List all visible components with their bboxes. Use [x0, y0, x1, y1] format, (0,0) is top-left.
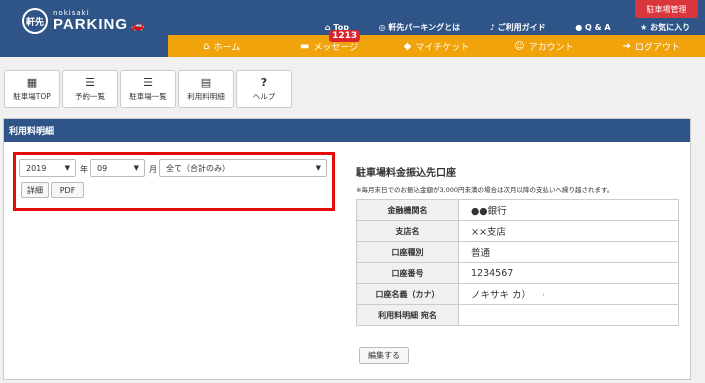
panel-title: 利用料明細 [4, 119, 690, 142]
month-select[interactable]: 09 ▼ [90, 159, 145, 177]
bank-account-note: ※毎月末日でのお振込金額が3,000円未満の場合は次月以降の支払いへ繰り越されま… [356, 186, 614, 194]
detail-button[interactable]: 詳細 [21, 182, 49, 198]
list-icon: ☰ [143, 75, 153, 89]
lot-select[interactable]: 全て（合計のみ） ▼ [159, 159, 327, 177]
usage-statement-button[interactable]: ▤ 利用料明細 [178, 70, 234, 108]
question-icon: ● [575, 22, 583, 32]
parking-top-button[interactable]: ▦ 駐車場TOP [4, 70, 60, 108]
nav-home[interactable]: ⌂ ホーム [168, 40, 275, 53]
nav-messages[interactable]: ▬ メッセージ 1213 [275, 29, 382, 53]
message-icon: ▬ [299, 40, 310, 52]
table-row: 利用料明細 宛名 [356, 304, 679, 326]
car-icon: 🚗 [131, 19, 145, 32]
table-row: 口座番号 1234567 [356, 262, 679, 284]
month-unit: 月 [149, 165, 157, 174]
bank-account-title: 駐車場料金振込先口座 [356, 168, 456, 179]
nav-account[interactable]: ☺ アカウント [490, 40, 597, 53]
help-button[interactable]: ? ヘルプ [236, 70, 292, 108]
message-count-badge: 1213 [329, 29, 361, 42]
document-icon: ▤ [200, 75, 212, 89]
top-nav-guide[interactable]: ♪ ご利用ガイド [490, 22, 546, 33]
chevron-down-icon: ▼ [315, 164, 321, 172]
main-nav: ⌂ ホーム ▬ メッセージ 1213 ◆ マイチケット ☺ アカウント ➜ ログアウト [168, 29, 705, 57]
account-icon: ☺ [514, 40, 525, 52]
table-row: 金融機関名 ●●銀行 [356, 199, 679, 221]
chevron-down-icon: ▼ [64, 164, 70, 172]
logout-icon: ➜ [622, 40, 632, 52]
owner-toolbar: ▦ 駐車場TOP ☰ 予約一覧 ☰ 駐車場一覧 ▤ 利用料明細 ? ヘルプ [4, 70, 292, 108]
reservation-list-button[interactable]: ☰ 予約一覧 [62, 70, 118, 108]
pdf-button[interactable]: PDF [51, 182, 84, 198]
chevron-down-icon: ▼ [133, 164, 139, 172]
help-icon: ? [260, 75, 268, 89]
home-icon: ⌂ [203, 40, 210, 52]
top-nav-favorites[interactable]: ★ お気に入り [640, 22, 690, 33]
parking-list-button[interactable]: ☰ 駐車場一覧 [120, 70, 176, 108]
usage-statement-panel: 利用料明細 2019 ▼ 年 09 ▼ 月 全て（合計のみ） ▼ 詳細 PDF 駐車場… [3, 118, 691, 380]
site-logo[interactable]: 軒先 nokisaki PARKING 🚗 [22, 8, 145, 34]
list-icon: ☰ [85, 75, 95, 89]
star-icon: ★ [640, 22, 648, 32]
nav-my-ticket[interactable]: ◆ マイチケット [383, 40, 490, 53]
grid-icon: ▦ [26, 75, 38, 89]
year-select[interactable]: 2019 ▼ [19, 159, 76, 177]
guide-icon: ♪ [489, 22, 495, 32]
table-row: 口座名義（カナ） ノキサキ カ） [356, 283, 679, 305]
edit-button[interactable]: 編集する [359, 347, 409, 364]
nav-logout[interactable]: ➜ ログアウト [598, 40, 705, 53]
logo-icon: ◎ [378, 22, 386, 32]
bank-account-table: 金融機関名 ●●銀行 支店名 ××支店 口座種別 普通 口座番号 1234567 口座名… [356, 199, 679, 326]
top-nav: ⌂ Top ◎ 軒先パーキングとは ♪ ご利用ガイド ● Q & A ★ お気に… [310, 19, 705, 35]
table-row: 支店名 ××支店 [356, 220, 679, 242]
logo-title: PARKING [53, 16, 129, 33]
logo-mark: 軒先 [22, 8, 48, 34]
top-nav-about[interactable]: ◎ 軒先パーキングとは [379, 22, 461, 33]
table-row: 口座種別 普通 [356, 241, 679, 263]
top-nav-qa[interactable]: ● Q & A [575, 23, 610, 32]
cursor-mark: ꜝ [543, 293, 545, 300]
site-header: 軒先 nokisaki PARKING 🚗 駐車場管理 ⌂ Top ◎ 軒先パーキ… [0, 0, 705, 57]
year-unit: 年 [80, 165, 88, 174]
ticket-icon: ◆ [403, 40, 412, 52]
admin-button[interactable]: 駐車場管理 [635, 0, 698, 18]
